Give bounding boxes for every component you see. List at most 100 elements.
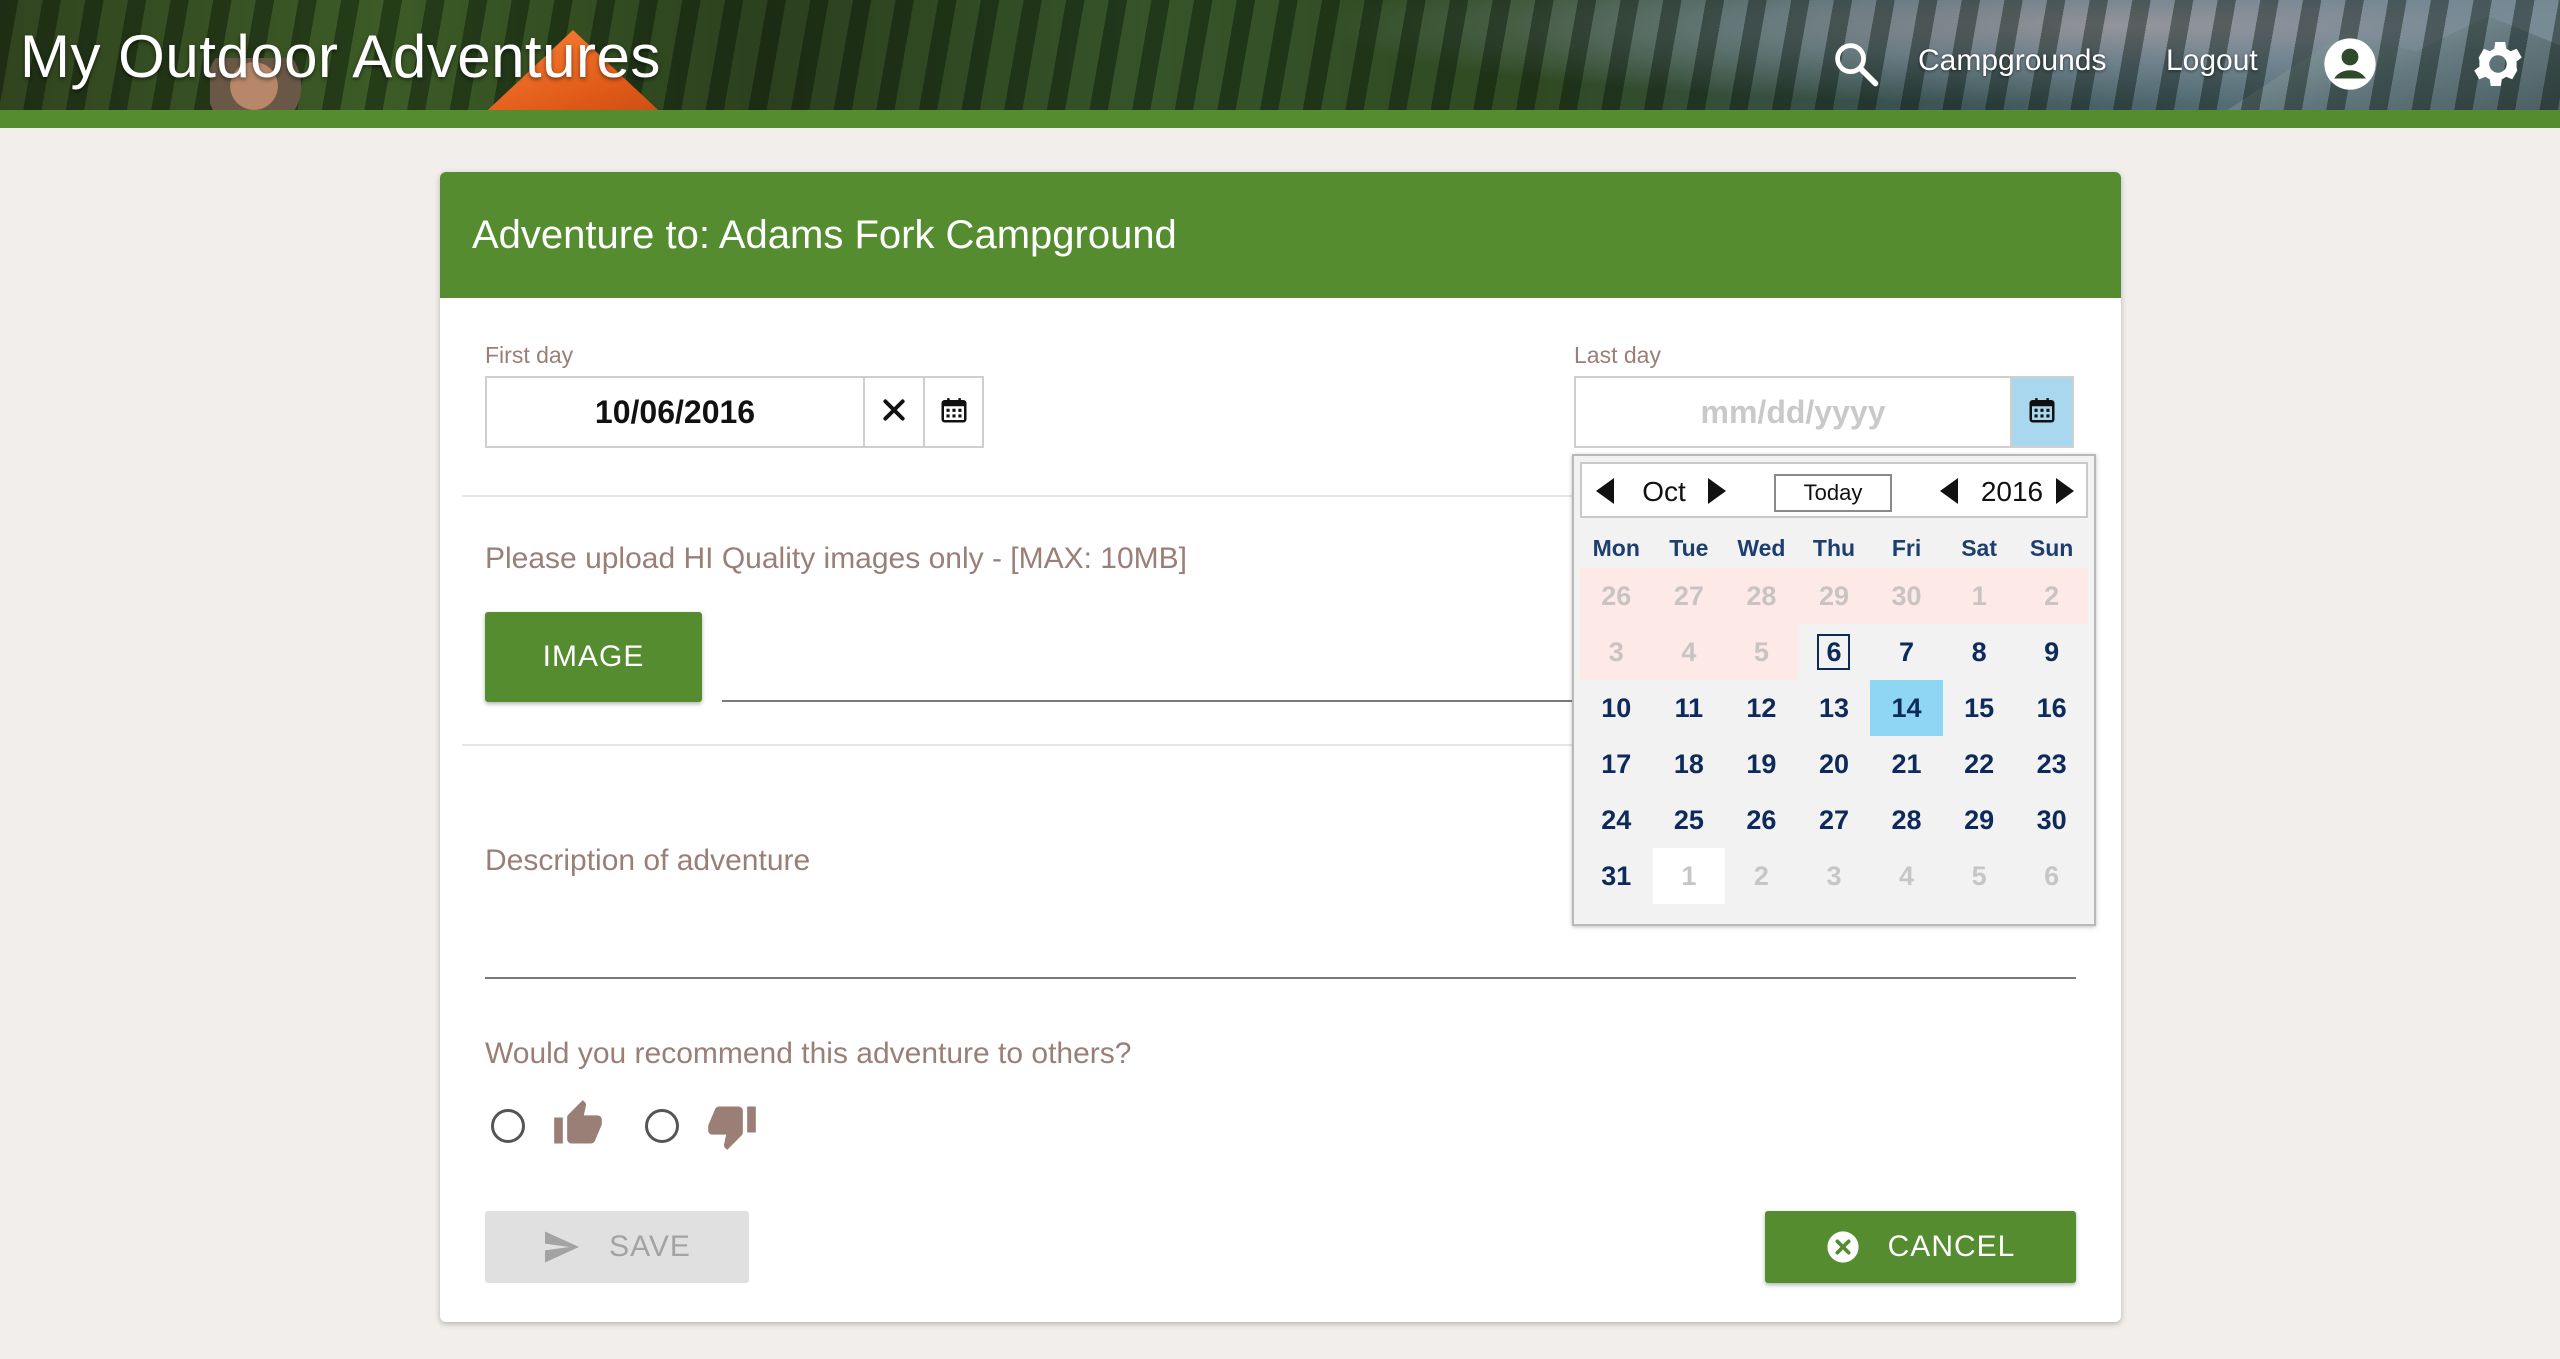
save-button-label: SAVE (609, 1230, 691, 1263)
today-button[interactable]: Today (1774, 474, 1892, 512)
calendar-week: 17 18 19 20 21 22 23 (1580, 736, 2088, 792)
prev-year-arrow-icon[interactable] (1940, 478, 1958, 504)
header-bar (0, 110, 2560, 128)
calendar-day-disabled: 27 (1652, 568, 1726, 624)
calendar-day-disabled: 29 (1797, 568, 1871, 624)
clear-date-button[interactable] (863, 378, 923, 446)
cancel-button[interactable]: CANCEL (1765, 1211, 2076, 1283)
calendar-week: 3 4 5 6 7 8 9 (1580, 624, 2088, 680)
first-day-calendar-button[interactable] (923, 378, 982, 446)
calendar-day[interactable]: 12 (1725, 680, 1798, 736)
calendar-day[interactable]: 20 (1797, 736, 1871, 792)
calendar-day-highlighted[interactable]: 14 (1870, 680, 1943, 736)
weekday-label: Sun (2029, 534, 2074, 561)
divider (462, 495, 1594, 497)
last-day-input[interactable]: mm/dd/yyyy (1576, 394, 2010, 431)
calendar-day[interactable]: 10 (1580, 680, 1653, 736)
calendar-day[interactable]: 27 (1797, 792, 1871, 848)
calendar-day[interactable]: 16 (2015, 680, 2088, 736)
calendar-day-disabled: 3 (1580, 624, 1653, 680)
calendar-day-next-month[interactable]: 2 (1725, 848, 1798, 904)
calendar-week: 31 1 2 3 4 5 6 (1580, 848, 2088, 904)
description-label: Description of adventure (485, 844, 811, 877)
calendar-month[interactable]: Oct (1634, 476, 1694, 508)
weekday-header-row: Mon Tue Wed Thu Fri Sat Sun (1580, 528, 2088, 568)
weekday-label: Tue (1669, 534, 1709, 561)
cancel-button-label: CANCEL (1887, 1230, 2016, 1263)
prev-month-arrow-icon[interactable] (1596, 478, 1614, 504)
app-title[interactable]: My Outdoor Adventures (20, 22, 661, 91)
first-day-label: First day (485, 342, 574, 368)
calendar-day[interactable]: 22 (1942, 736, 2016, 792)
cancel-circle-icon (1826, 1230, 1860, 1264)
recommend-yes-radio[interactable] (491, 1109, 525, 1143)
thumbs-up-icon (552, 1098, 604, 1150)
calendar-day[interactable]: 19 (1725, 736, 1798, 792)
save-button[interactable]: SAVE (485, 1211, 749, 1283)
calendar-day[interactable]: 9 (2015, 624, 2088, 680)
weekday-label: Sat (1961, 534, 1997, 561)
calendar-day[interactable]: 29 (1942, 792, 2016, 848)
calendar-day-disabled: 2 (2015, 568, 2088, 624)
first-day-input[interactable]: 10/06/2016 (487, 394, 863, 431)
close-icon (881, 397, 907, 428)
date-picker-popup: Oct Today 2016 Mon Tue Wed Thu Fri Sat S… (1572, 454, 2096, 926)
next-month-arrow-icon[interactable] (1708, 478, 1726, 504)
calendar-day-next-month[interactable]: 1 (1652, 848, 1726, 904)
description-input[interactable] (485, 977, 2076, 979)
weekday-label: Mon (1592, 534, 1640, 561)
next-year-arrow-icon[interactable] (2056, 478, 2074, 504)
last-day-calendar-button[interactable] (2010, 378, 2072, 446)
calendar-day[interactable]: 26 (1725, 792, 1798, 848)
calendar-day-next-month[interactable]: 6 (2015, 848, 2088, 904)
recommend-no-radio[interactable] (645, 1109, 679, 1143)
calendar-week: 10 11 12 13 14 15 16 (1580, 680, 2088, 736)
calendar-day-next-month[interactable]: 3 (1797, 848, 1871, 904)
calendar-week: 24 25 26 27 28 29 30 (1580, 792, 2088, 848)
calendar-day-next-month[interactable]: 4 (1870, 848, 1943, 904)
calendar-day[interactable]: 7 (1870, 624, 1943, 680)
last-day-field: mm/dd/yyyy (1574, 376, 2074, 448)
calendar-grid: Mon Tue Wed Thu Fri Sat Sun 26 27 28 29 … (1580, 528, 2088, 904)
thumbs-down-icon (706, 1100, 758, 1152)
last-day-label: Last day (1574, 342, 1661, 368)
calendar-day[interactable]: 15 (1942, 680, 2016, 736)
settings-icon[interactable] (2468, 34, 2528, 94)
calendar-day[interactable]: 30 (2015, 792, 2088, 848)
calendar-day[interactable]: 31 (1580, 848, 1653, 904)
recommend-question: Would you recommend this adventure to ot… (485, 1037, 1132, 1070)
calendar-day-disabled: 30 (1870, 568, 1943, 624)
calendar-day[interactable]: 11 (1652, 680, 1726, 736)
calendar-day-disabled: 26 (1580, 568, 1653, 624)
card-title: Adventure to: Adams Fork Campground (472, 212, 1177, 257)
account-icon[interactable] (2322, 36, 2378, 92)
nav-campgrounds[interactable]: Campgrounds (1918, 44, 2106, 78)
calendar-day[interactable]: 28 (1870, 792, 1943, 848)
calendar-day[interactable]: 17 (1580, 736, 1653, 792)
calendar-day[interactable]: 24 (1580, 792, 1653, 848)
search-icon[interactable] (1830, 38, 1882, 90)
nav-logout[interactable]: Logout (2166, 44, 2258, 78)
calendar-day[interactable]: 18 (1652, 736, 1726, 792)
weekday-label: Fri (1891, 534, 1922, 561)
calendar-day[interactable]: 8 (1942, 624, 2016, 680)
calendar-day-next-month[interactable]: 5 (1942, 848, 2016, 904)
calendar-icon (2027, 395, 2057, 430)
calendar-year[interactable]: 2016 (1972, 476, 2052, 508)
calendar-day[interactable]: 25 (1652, 792, 1726, 848)
weekday-label: Wed (1737, 534, 1786, 561)
calendar-day-disabled: 1 (1942, 568, 2016, 624)
calendar-day[interactable]: 13 (1797, 680, 1871, 736)
calendar-icon (939, 395, 969, 430)
image-upload-button[interactable]: IMAGE (485, 612, 702, 702)
app-header: My Outdoor Adventures Campgrounds Logout (0, 0, 2560, 128)
date-picker-header: Oct Today 2016 (1580, 462, 2088, 518)
calendar-day-disabled: 4 (1652, 624, 1726, 680)
calendar-week: 26 27 28 29 30 1 2 (1580, 568, 2088, 624)
selected-day-label: 6 (1817, 634, 1851, 670)
calendar-day[interactable]: 23 (2015, 736, 2088, 792)
calendar-day[interactable]: 21 (1870, 736, 1943, 792)
calendar-day-disabled: 5 (1725, 624, 1798, 680)
calendar-day-selected[interactable]: 6 (1797, 624, 1871, 680)
upload-hint: Please upload HI Quality images only - [… (485, 542, 1187, 575)
